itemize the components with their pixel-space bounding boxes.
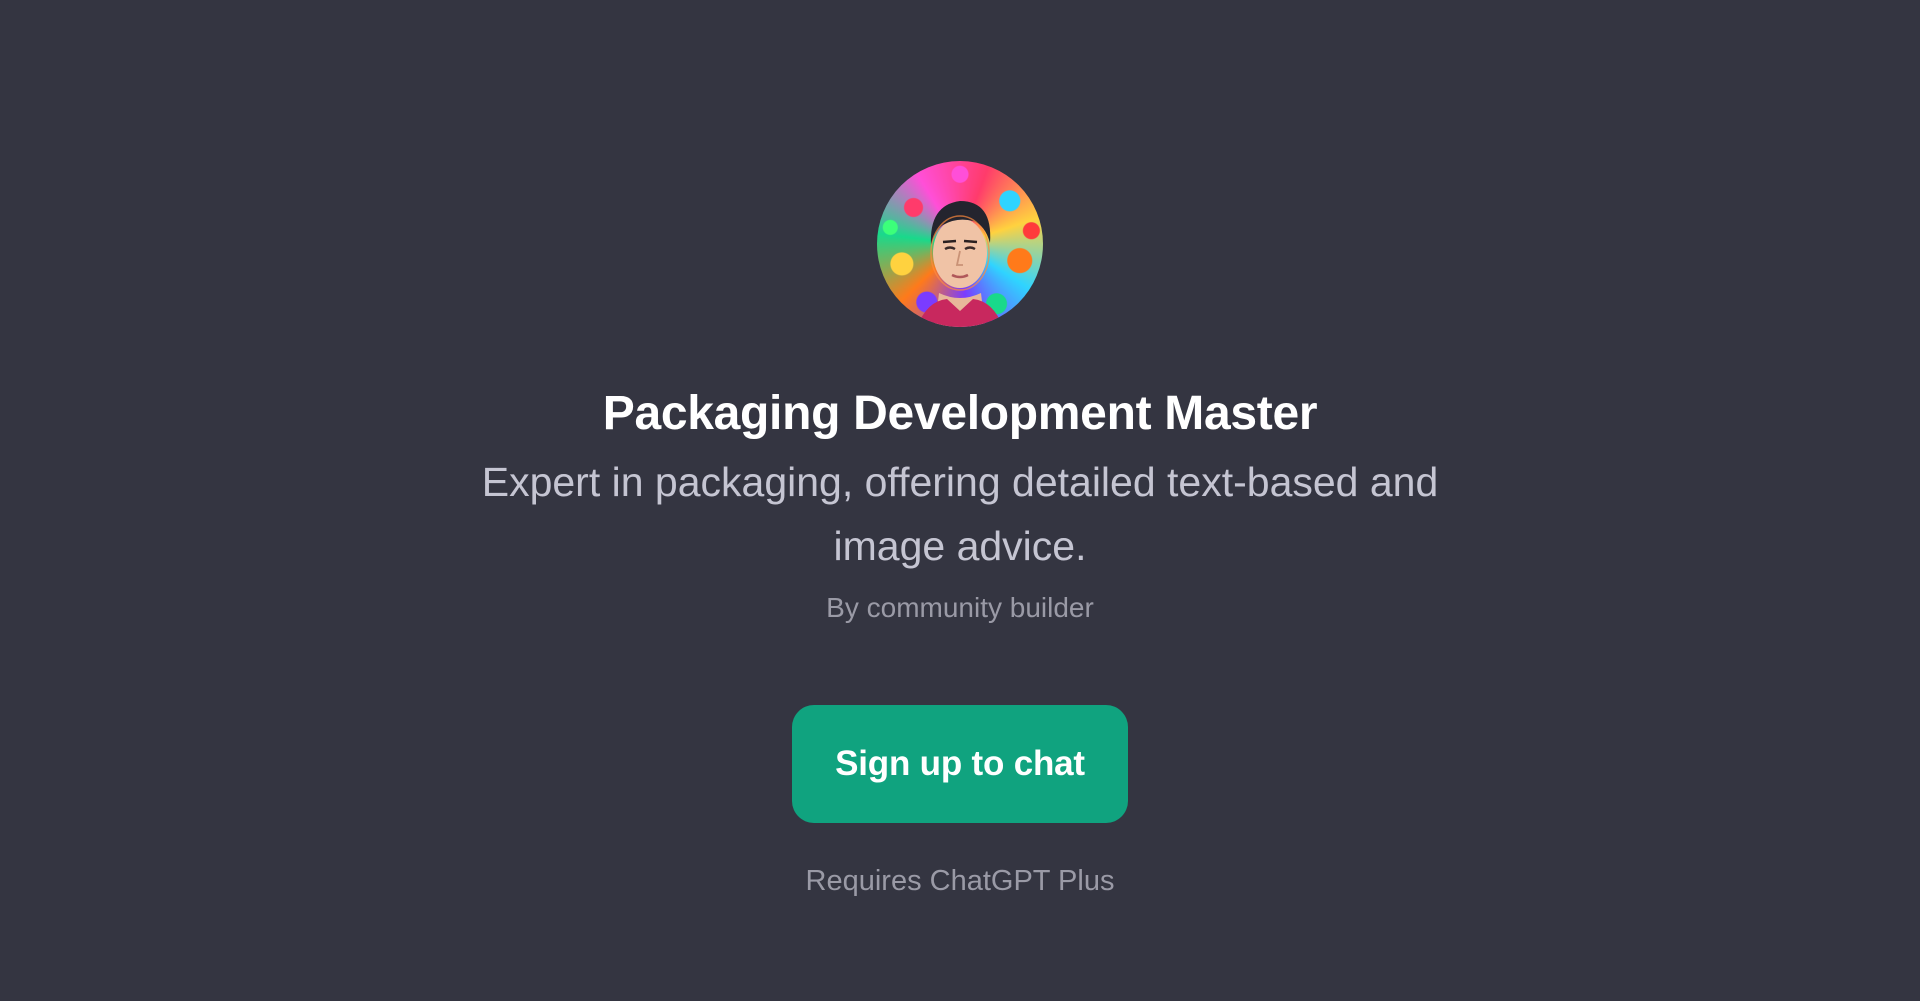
sign-up-to-chat-button[interactable]: Sign up to chat [792,705,1128,823]
gpt-landing-page: Packaging Development Master Expert in p… [0,0,1920,1001]
gpt-title: Packaging Development Master [602,387,1318,440]
sign-up-button-label: Sign up to chat [835,744,1085,783]
plus-requirement-note: Requires ChatGPT Plus [805,865,1115,897]
gpt-description: Expert in packaging, offering detailed t… [481,459,1439,569]
gpt-author: By community builder [826,592,1094,623]
portrait-avatar-icon [877,161,1043,327]
gpt-profile: Packaging Development Master Expert in p… [0,161,1920,901]
